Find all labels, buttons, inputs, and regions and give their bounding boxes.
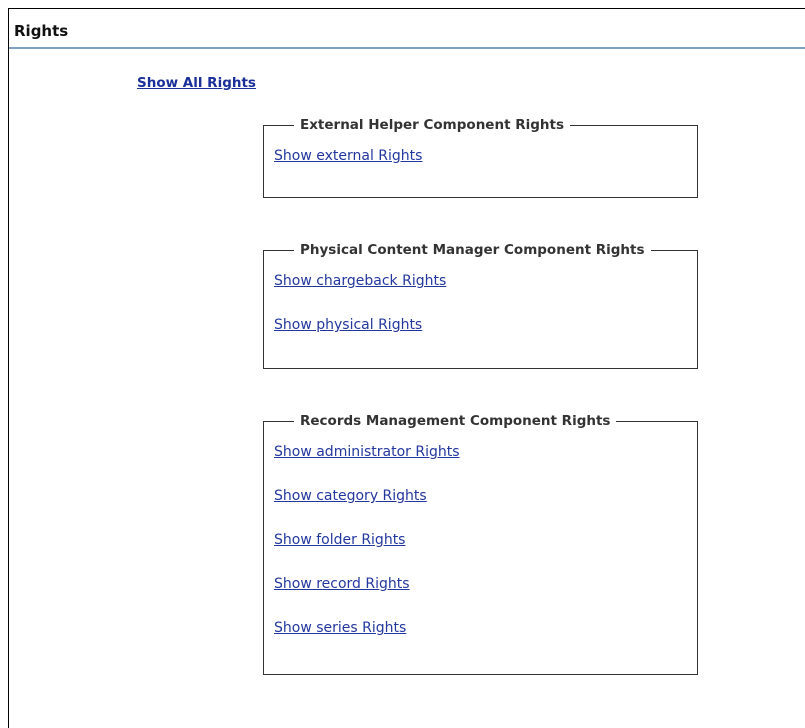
show-all-rights-link[interactable]: Show All Rights	[137, 75, 256, 91]
page-title: Rights	[14, 22, 69, 40]
header-divider	[9, 47, 805, 49]
show-physical-rights-link[interactable]: Show physical Rights	[274, 316, 697, 334]
show-category-rights-link[interactable]: Show category Rights	[274, 487, 697, 505]
show-folder-rights-link[interactable]: Show folder Rights	[274, 531, 697, 549]
show-external-rights-link[interactable]: Show external Rights	[274, 147, 697, 165]
show-chargeback-rights-link[interactable]: Show chargeback Rights	[274, 272, 697, 290]
physical-content-manager-rights-group: Physical Content Manager Component Right…	[263, 242, 698, 369]
group-legend: External Helper Component Rights	[300, 117, 565, 133]
records-management-rights-group: Records Management Component Rights Show…	[263, 413, 698, 675]
group-legend: Physical Content Manager Component Right…	[300, 242, 645, 258]
show-series-rights-link[interactable]: Show series Rights	[274, 619, 697, 637]
external-helper-rights-group: External Helper Component Rights Show ex…	[263, 117, 698, 198]
group-legend: Records Management Component Rights	[300, 413, 611, 429]
show-record-rights-link[interactable]: Show record Rights	[274, 575, 697, 593]
show-administrator-rights-link[interactable]: Show administrator Rights	[274, 443, 697, 461]
